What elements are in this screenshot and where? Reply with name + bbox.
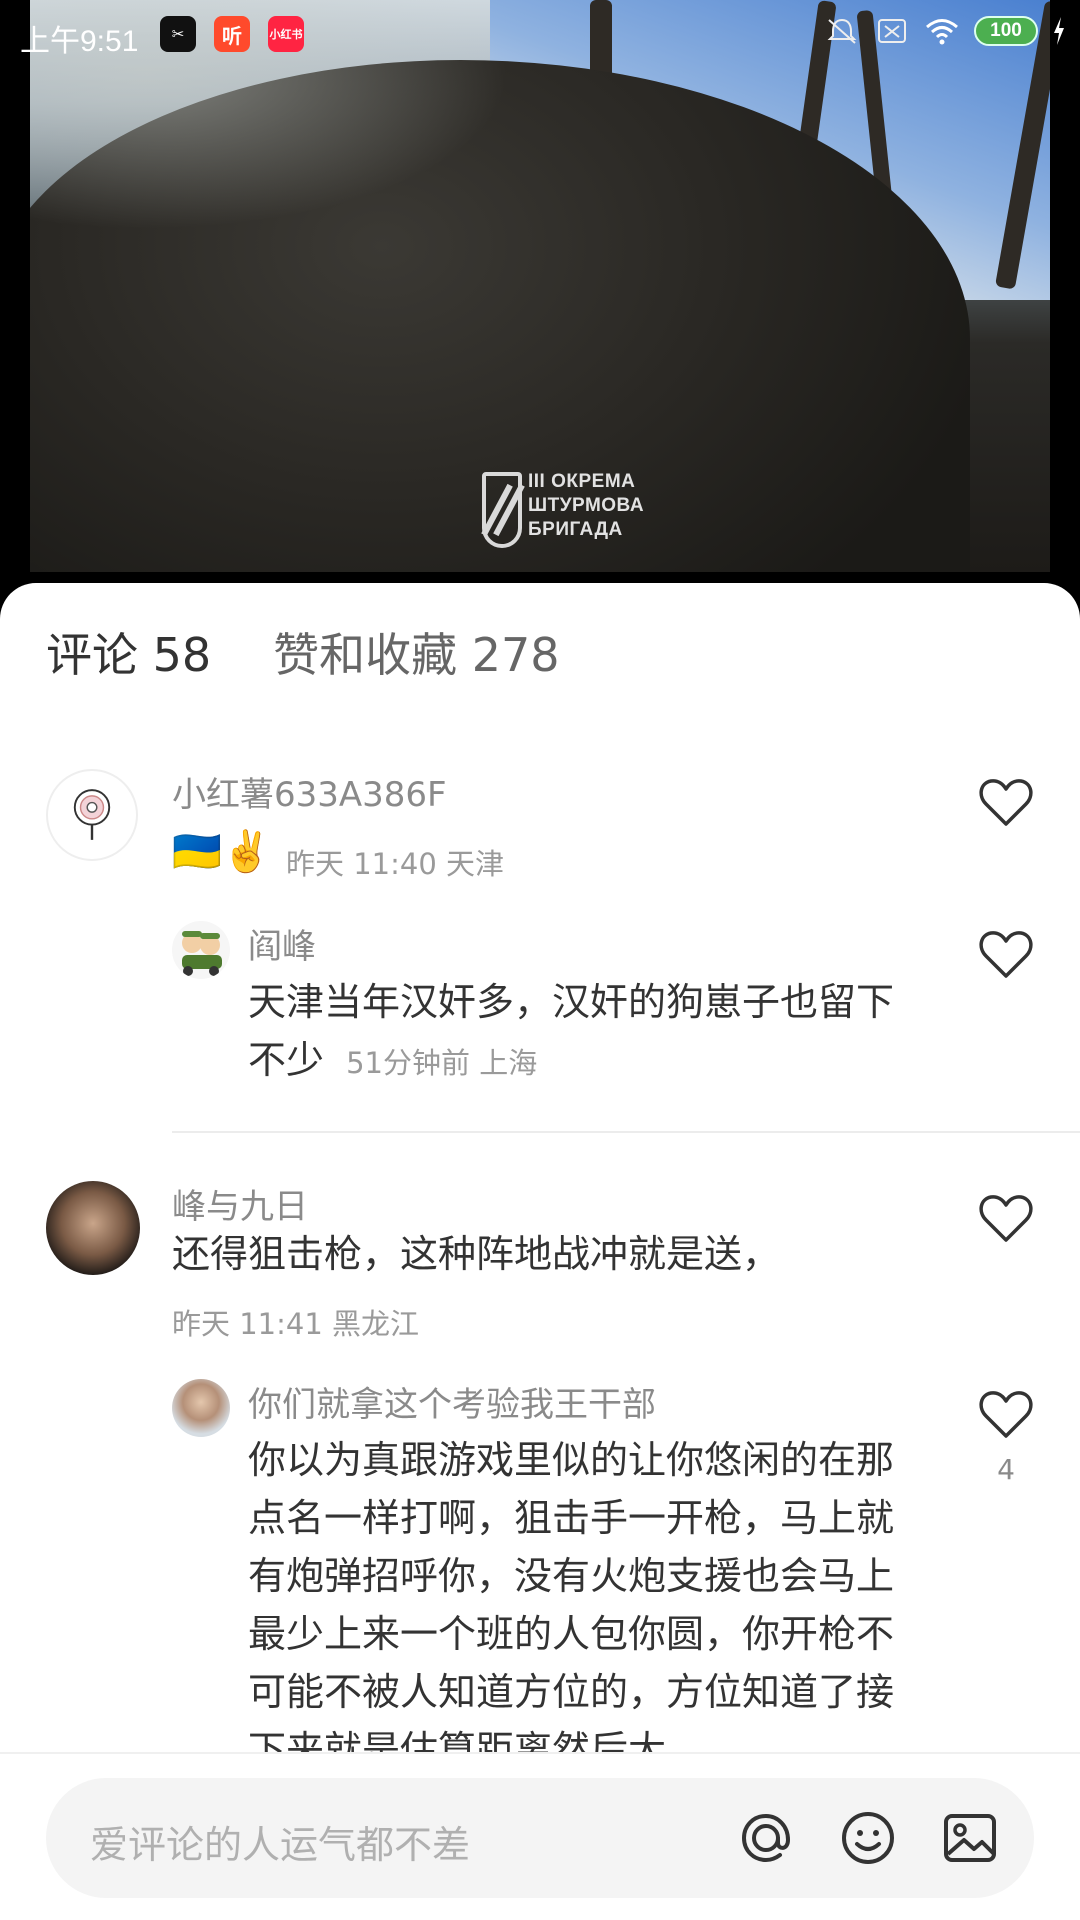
reply-avatar[interactable] (172, 1379, 230, 1437)
video-frame[interactable]: III ОКРЕМА ШТУРМОВА БРИГАДА (30, 0, 1050, 572)
comment-input[interactable]: 爱评论的人运气都不差 (46, 1778, 1034, 1898)
brigade-watermark: III ОКРЕМА ШТУРМОВА БРИГАДА (482, 470, 682, 550)
avatar[interactable] (46, 1181, 140, 1275)
reply-meta: 51分钟前 上海 (346, 1046, 538, 1080)
comment-divider (172, 1131, 1080, 1133)
battery-indicator: 100 (974, 16, 1038, 46)
status-bar: 上午9:51 ✂ 听 小红书 100 (0, 0, 1080, 72)
like-heart-icon[interactable] (978, 1389, 1034, 1441)
watermark-line: ШТУРМОВА (528, 495, 645, 516)
watermark-line: III ОКРЕМА (528, 471, 636, 492)
reply-text: 天津当年汉奸多，汉奸的狗崽子也留下不少 51分钟前 上海 (248, 980, 895, 1082)
like-heart-icon[interactable] (978, 1193, 1034, 1245)
like-heart-icon[interactable] (978, 777, 1034, 829)
watermark-line: БРИГАДА (528, 519, 623, 540)
comment-text: 还得狙击枪，这种阵地战冲就是送， (172, 1232, 781, 1276)
like-heart-icon[interactable] (978, 929, 1034, 981)
capcut-icon: ✂ (160, 16, 196, 52)
mute-bell-icon (827, 18, 857, 44)
comment-username[interactable]: 峰与九日 (172, 1179, 308, 1228)
video-player[interactable]: III ОКРЕМА ШТУРМОВА БРИГАДА (0, 0, 1080, 575)
tab-likes-favorites[interactable]: 赞和收藏 278 (273, 619, 559, 685)
reply-username[interactable]: 阎峰 (248, 919, 316, 968)
comment-sheet: 评论 58 赞和收藏 278 小红薯633A386F 🇺🇦✌️ 昨天 11:40… (0, 583, 1080, 1920)
no-sim-icon (878, 19, 906, 43)
lollipop-avatar-icon (73, 789, 111, 840)
reply-text: 你以为真跟游戏里似的让你悠闲的在那点名一样打啊，狙击手一开枪，马上就有炮弹招呼你… (248, 1438, 895, 1772)
cartoon-avatar-icon (182, 931, 222, 976)
brigade-logo-icon (482, 472, 522, 548)
charging-bolt-icon (1054, 17, 1064, 45)
listen-app-icon: 听 (214, 16, 250, 52)
emoji-icon[interactable] (838, 1808, 898, 1868)
mention-at-icon[interactable] (736, 1808, 796, 1868)
tab-comments[interactable]: 评论 58 (46, 619, 211, 685)
avatar[interactable] (46, 769, 138, 861)
reply-avatar[interactable] (172, 921, 230, 979)
comment-meta: 昨天 11:40 天津 (286, 847, 505, 881)
xiaohongshu-icon: 小红书 (268, 16, 304, 52)
like-count: 4 (997, 1453, 1015, 1486)
comment-username[interactable]: 小红薯633A386F (172, 767, 447, 816)
reply-username[interactable]: 你们就拿这个考验我王干部 (248, 1377, 656, 1426)
image-picker-icon[interactable] (940, 1808, 1000, 1868)
wifi-icon (926, 19, 958, 45)
comment-input-bar: 爱评论的人运气都不差 (0, 1752, 1080, 1920)
comment-text: 🇺🇦✌️ (172, 829, 272, 875)
status-time: 上午9:51 (20, 25, 139, 58)
comment-tabs: 评论 58 赞和收藏 278 (46, 619, 560, 685)
comment-meta: 昨天 11:41 黑龙江 (172, 1307, 420, 1341)
comment-input-placeholder: 爱评论的人运气都不差 (90, 1823, 471, 1867)
